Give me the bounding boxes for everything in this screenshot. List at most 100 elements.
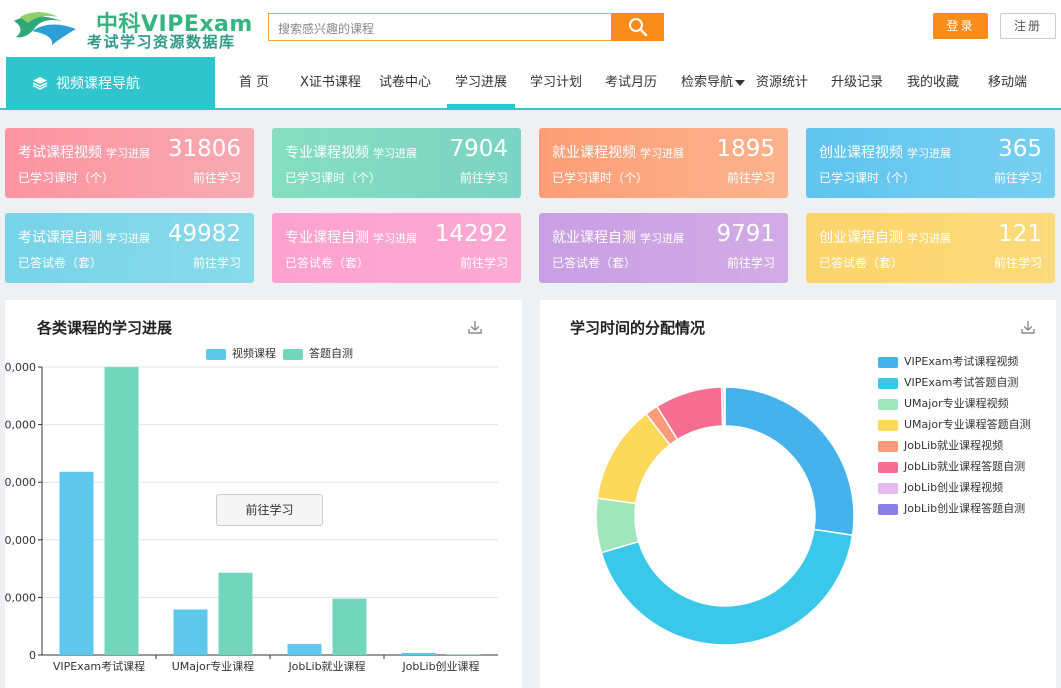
donut-legend-label: JobLib创业课程答题自测 bbox=[904, 502, 1026, 515]
y-tick-label: ,0,000 bbox=[5, 419, 36, 432]
legend-swatch bbox=[878, 356, 898, 368]
stat-card[interactable]: 就业课程视频 学习进展 1895 已学习课时（个） 前往学习 bbox=[539, 128, 788, 198]
x-tick-label: UMajor专业课程 bbox=[172, 659, 255, 673]
search-button[interactable] bbox=[611, 13, 664, 41]
card-go-link[interactable]: 前往学习 bbox=[193, 169, 241, 186]
donut-legend-item[interactable]: VIPExam考试答题自测 bbox=[878, 374, 1018, 389]
search-input[interactable]: 搜索感兴趣的课程 bbox=[268, 13, 612, 41]
card-go-link[interactable]: 前往学习 bbox=[460, 254, 508, 271]
card-subtitle: 已答试卷（套） bbox=[18, 256, 103, 270]
card-title: 专业课程视频 学习进展 bbox=[285, 142, 417, 162]
bar bbox=[332, 598, 367, 655]
card-value: 14292 bbox=[434, 221, 508, 247]
card-subtitle: 已学习课时（个） bbox=[18, 171, 115, 185]
donut-legend-label: JobLib就业课程答题自测 bbox=[904, 460, 1026, 473]
bar bbox=[59, 471, 94, 655]
stat-card[interactable]: 专业课程自测 学习进展 14292 已答试卷（套） 前往学习 bbox=[272, 213, 521, 283]
donut-chart-panel: 学习时间的分配情况 VIPExam考试课程视频 VIPExam考试答题自测 UMaj… bbox=[540, 300, 1056, 688]
card-go-link[interactable]: 前往学习 bbox=[193, 254, 241, 271]
donut-chart bbox=[595, 386, 855, 646]
bar bbox=[218, 572, 253, 655]
card-title: 创业课程视频 学习进展 bbox=[819, 142, 951, 162]
stat-card[interactable]: 就业课程自测 学习进展 9791 已答试卷（套） 前往学习 bbox=[539, 213, 788, 283]
donut-legend-label: JobLib就业课程视频 bbox=[904, 439, 1004, 452]
nav-learning-progress[interactable]: 学习进展 bbox=[447, 57, 516, 108]
nav-search-navigation-label: 检索导航 bbox=[681, 75, 734, 90]
donut-slice[interactable] bbox=[723, 386, 726, 427]
y-tick-label: ,0,000 bbox=[5, 476, 36, 489]
legend-swatch bbox=[878, 440, 898, 452]
donut-legend-item[interactable]: VIPExam考试课程视频 bbox=[878, 353, 1019, 368]
nav-favorites[interactable]: 我的收藏 bbox=[907, 57, 959, 108]
card-value: 121 bbox=[998, 221, 1042, 247]
nav-mobile[interactable]: 移动端 bbox=[988, 57, 1027, 108]
donut-legend: VIPExam考试课程视频 VIPExam考试答题自测 UMajor专业课程视频 UM… bbox=[878, 353, 1056, 523]
card-value: 31806 bbox=[167, 136, 241, 162]
card-tag: 学习进展 bbox=[106, 147, 150, 160]
card-subtitle: 已学习课时（个） bbox=[285, 171, 382, 185]
stat-card[interactable]: 创业课程视频 学习进展 365 已学习课时（个） 前往学习 bbox=[806, 128, 1055, 198]
donut-legend-item[interactable]: JobLib就业课程视频 bbox=[878, 437, 1004, 452]
card-title: 考试课程自测 学习进展 bbox=[18, 227, 150, 247]
header: 中科VIPExam 考试学习资源数据库 搜索感兴趣的课程 登录 注册 bbox=[0, 0, 1061, 57]
card-tag: 学习进展 bbox=[373, 232, 417, 245]
login-button[interactable]: 登录 bbox=[933, 13, 988, 39]
stat-card[interactable]: 创业课程自测 学习进展 121 已答试卷（套） 前往学习 bbox=[806, 213, 1055, 283]
donut-slice[interactable] bbox=[600, 528, 854, 646]
stat-card[interactable]: 考试课程视频 学习进展 31806 已学习课时（个） 前往学习 bbox=[5, 128, 254, 198]
card-title-text: 考试课程视频 bbox=[18, 145, 102, 161]
bar bbox=[173, 609, 208, 655]
nav-search-navigation[interactable]: 检索导航 bbox=[681, 57, 746, 108]
logo[interactable]: 中科VIPExam 考试学习资源数据库 bbox=[12, 6, 252, 51]
main-nav: 视频课程导航 首 页 X证书课程 试卷中心 学习进展 学习计划 考试月历 检索导… bbox=[0, 57, 1061, 110]
donut-legend-label: UMajor专业课程答题自测 bbox=[904, 418, 1031, 431]
nav-exam-calendar[interactable]: 考试月历 bbox=[605, 57, 657, 108]
card-title-text: 就业课程自测 bbox=[552, 230, 636, 246]
nav-exam-center[interactable]: 试卷中心 bbox=[379, 57, 431, 108]
card-tag: 学习进展 bbox=[373, 147, 417, 160]
donut-legend-item[interactable]: UMajor专业课程答题自测 bbox=[878, 416, 1031, 431]
donut-legend-item[interactable]: UMajor专业课程视频 bbox=[878, 395, 1009, 410]
chevron-down-icon bbox=[735, 79, 746, 86]
legend-swatch bbox=[878, 461, 898, 473]
card-value: 365 bbox=[998, 136, 1042, 162]
go-learn-button[interactable]: 前往学习 bbox=[216, 494, 323, 526]
card-title-text: 创业课程自测 bbox=[819, 230, 903, 246]
card-tag: 学习进展 bbox=[106, 232, 150, 245]
card-value: 9791 bbox=[716, 221, 775, 247]
nav-learning-plan[interactable]: 学习计划 bbox=[530, 57, 582, 108]
layers-icon bbox=[32, 76, 48, 90]
register-button[interactable]: 注册 bbox=[1000, 13, 1056, 39]
card-value: 1895 bbox=[716, 136, 775, 162]
card-go-link[interactable]: 前往学习 bbox=[727, 254, 775, 271]
card-go-link[interactable]: 前往学习 bbox=[460, 169, 508, 186]
donut-legend-item[interactable]: JobLib创业课程答题自测 bbox=[878, 500, 1026, 515]
bar bbox=[446, 654, 481, 655]
legend-swatch bbox=[878, 482, 898, 494]
bar bbox=[401, 652, 436, 655]
donut-slice[interactable] bbox=[724, 386, 855, 537]
card-title: 创业课程自测 学习进展 bbox=[819, 227, 951, 247]
y-tick-label: 0 bbox=[29, 649, 36, 662]
stat-card[interactable]: 考试课程自测 学习进展 49982 已答试卷（套） 前往学习 bbox=[5, 213, 254, 283]
card-subtitle: 已答试卷（套） bbox=[285, 256, 370, 270]
legend-swatch bbox=[878, 503, 898, 515]
download-icon[interactable] bbox=[1020, 319, 1036, 335]
stat-card[interactable]: 专业课程视频 学习进展 7904 已学习课时（个） 前往学习 bbox=[272, 128, 521, 198]
x-tick-label: JobLib创业课程 bbox=[401, 660, 479, 673]
card-go-link[interactable]: 前往学习 bbox=[994, 169, 1042, 186]
card-title: 专业课程自测 学习进展 bbox=[285, 227, 417, 247]
nav-home[interactable]: 首 页 bbox=[239, 57, 269, 108]
donut-legend-item[interactable]: JobLib创业课程视频 bbox=[878, 479, 1003, 494]
nav-resource-stats[interactable]: 资源统计 bbox=[756, 57, 808, 108]
video-course-nav[interactable]: 视频课程导航 bbox=[6, 57, 215, 108]
brand-subtitle: 考试学习资源数据库 bbox=[87, 33, 236, 51]
donut-legend-label: VIPExam考试课程视频 bbox=[904, 355, 1019, 368]
card-go-link[interactable]: 前往学习 bbox=[994, 254, 1042, 271]
card-go-link[interactable]: 前往学习 bbox=[727, 169, 775, 186]
card-value: 49982 bbox=[167, 221, 241, 247]
donut-legend-item[interactable]: JobLib就业课程答题自测 bbox=[878, 458, 1026, 473]
nav-upgrade-log[interactable]: 升级记录 bbox=[831, 57, 883, 108]
card-title: 就业课程视频 学习进展 bbox=[552, 142, 684, 162]
nav-x-cert-courses[interactable]: X证书课程 bbox=[300, 57, 361, 108]
